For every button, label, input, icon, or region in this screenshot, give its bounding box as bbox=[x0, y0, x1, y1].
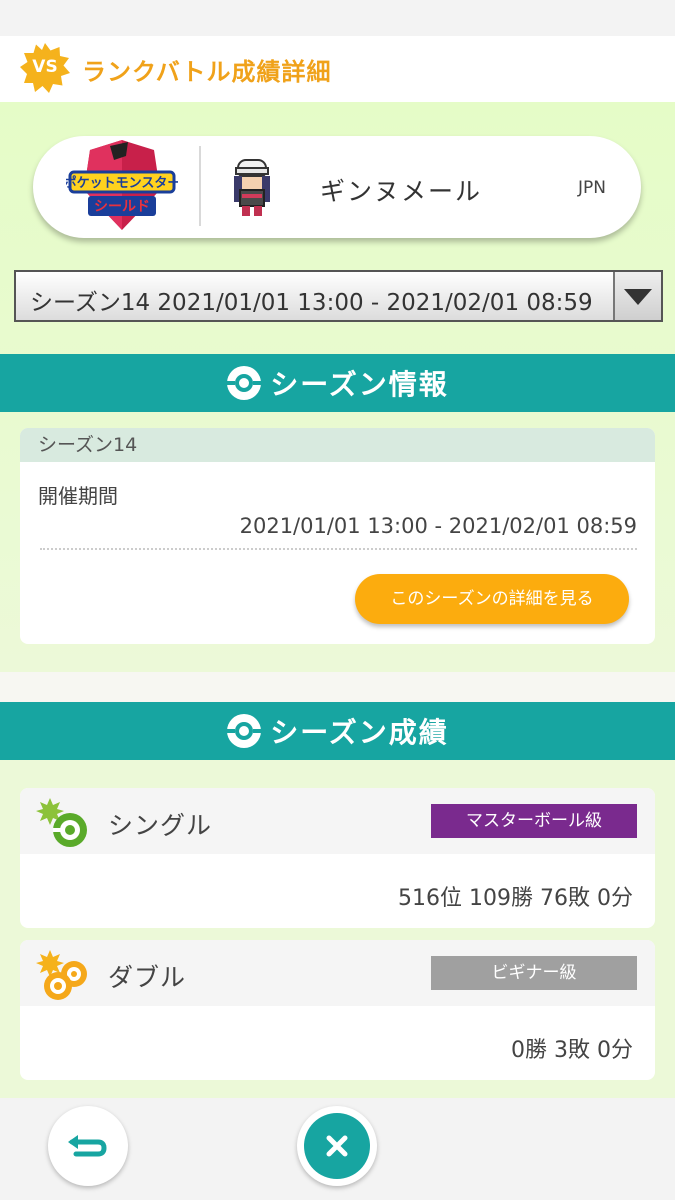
season-info-header: シーズン情報 bbox=[0, 354, 675, 412]
back-arrow-icon bbox=[68, 1135, 107, 1157]
vs-badge-text: VS bbox=[32, 57, 58, 77]
profile-divider bbox=[199, 146, 201, 226]
pokeball-icon bbox=[227, 366, 262, 400]
single-battle-icon bbox=[36, 798, 87, 847]
region-label: JPN bbox=[578, 178, 606, 198]
double-result-head: ダブル ビギナー級 bbox=[20, 940, 655, 1006]
pokemon-shield-logo: ポケットモンスター シールド bbox=[66, 140, 178, 230]
close-icon bbox=[304, 1113, 370, 1179]
dotted-divider bbox=[40, 548, 637, 550]
season-results-title: シーズン成績 bbox=[270, 716, 449, 749]
double-label: ダブル bbox=[108, 963, 187, 992]
double-rank-badge: ビギナー級 bbox=[431, 956, 637, 990]
single-result-card: シングル マスターボール級 516位 109勝 76敗 0分 bbox=[20, 788, 655, 928]
single-rank-badge: マスターボール級 bbox=[431, 804, 637, 838]
back-button[interactable] bbox=[48, 1106, 128, 1186]
page-title: ランクバトル成績詳細 bbox=[82, 58, 332, 86]
period-label: 開催期間 bbox=[38, 484, 118, 508]
period-value: 2021/01/01 13:00 - 2021/02/01 08:59 bbox=[239, 514, 637, 538]
season-detail-button[interactable]: このシーズンの詳細を見る bbox=[355, 574, 629, 624]
season-card-title: シーズン14 bbox=[20, 428, 655, 462]
chevron-down-icon[interactable] bbox=[613, 272, 661, 320]
close-button[interactable] bbox=[297, 1106, 377, 1186]
trainer-avatar bbox=[234, 159, 270, 216]
season-info-card: シーズン14 開催期間 2021/01/01 13:00 - 2021/02/0… bbox=[20, 428, 655, 644]
season-select-value: シーズン14 2021/01/01 13:00 - 2021/02/01 08:… bbox=[30, 290, 593, 316]
double-record: 0勝 3敗 0分 bbox=[511, 1038, 633, 1063]
single-record: 516位 109勝 76敗 0分 bbox=[398, 886, 633, 911]
double-battle-icon bbox=[36, 950, 87, 1000]
single-result-head: シングル マスターボール級 bbox=[20, 788, 655, 854]
season-results-header: シーズン成績 bbox=[0, 702, 675, 760]
double-result-card: ダブル ビギナー級 0勝 3敗 0分 bbox=[20, 940, 655, 1080]
single-label: シングル bbox=[108, 811, 213, 840]
pokeball-icon bbox=[227, 714, 262, 748]
season-info-title: シーズン情報 bbox=[270, 368, 449, 401]
svg-text:シールド: シールド bbox=[94, 199, 150, 215]
vs-badge-icon: VS bbox=[20, 43, 70, 93]
status-strip bbox=[0, 0, 675, 36]
season-select[interactable]: シーズン14 2021/01/01 13:00 - 2021/02/01 08:… bbox=[14, 270, 663, 322]
svg-text:ポケットモンスター: ポケットモンスター bbox=[66, 175, 178, 191]
trainer-name: ギンヌメール bbox=[320, 177, 483, 206]
